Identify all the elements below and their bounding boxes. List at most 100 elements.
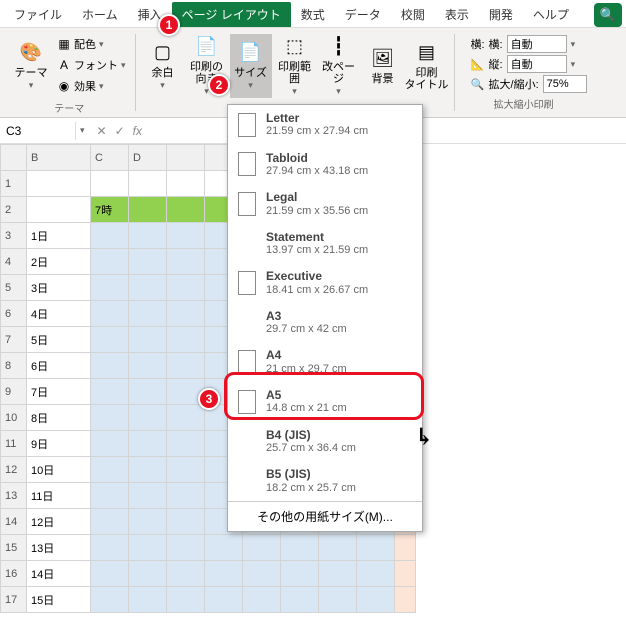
cell[interactable] [395,561,416,587]
cell[interactable] [91,223,129,249]
tab-help[interactable]: ヘルプ [523,2,579,27]
cell[interactable]: 13日 [27,535,91,561]
paper-size-option[interactable]: Legal21.59 cm x 35.56 cm [228,184,422,224]
tab-data[interactable]: データ [335,2,391,27]
cell[interactable] [167,535,205,561]
row-header[interactable]: 8 [1,353,27,379]
cell[interactable] [205,587,243,613]
tab-review[interactable]: 校閲 [391,2,435,27]
cell[interactable] [243,587,281,613]
cell[interactable] [243,561,281,587]
col-header[interactable] [167,145,205,171]
paper-size-option[interactable]: Statement13.97 cm x 21.59 cm [228,224,422,264]
cell[interactable] [129,431,167,457]
row-header[interactable]: 11 [1,431,27,457]
select-all[interactable] [1,145,27,171]
cell[interactable] [129,483,167,509]
tab-page-layout[interactable]: ページ レイアウト [172,2,291,27]
paper-size-option[interactable]: Letter21.59 cm x 27.94 cm [228,105,422,145]
col-header[interactable]: C [91,145,129,171]
cell[interactable] [129,327,167,353]
cell[interactable] [167,509,205,535]
row-header[interactable]: 12 [1,457,27,483]
cell[interactable]: 7時 [91,197,129,223]
row-header[interactable]: 13 [1,483,27,509]
cell[interactable] [167,197,205,223]
cell[interactable] [281,587,319,613]
name-box[interactable] [0,122,76,140]
row-header[interactable]: 5 [1,275,27,301]
paper-size-option[interactable]: Tabloid27.94 cm x 43.18 cm [228,145,422,185]
cell[interactable] [129,249,167,275]
cell[interactable] [91,379,129,405]
cell[interactable] [205,561,243,587]
themes-button[interactable]: 🎨 テーマ ▾ [10,34,52,98]
paper-size-option[interactable]: A421 cm x 29.7 cm [228,342,422,382]
cell[interactable] [91,587,129,613]
cell[interactable] [91,431,129,457]
cell[interactable] [167,249,205,275]
col-header[interactable]: D [129,145,167,171]
enter-icon[interactable]: ✓ [115,124,125,138]
row-header[interactable]: 17 [1,587,27,613]
cell[interactable] [91,171,129,197]
cell[interactable] [129,353,167,379]
cell[interactable] [395,587,416,613]
cell[interactable]: 10日 [27,457,91,483]
cell[interactable] [167,171,205,197]
cell[interactable]: 11日 [27,483,91,509]
cell[interactable] [129,197,167,223]
cell[interactable] [91,457,129,483]
cell[interactable] [91,535,129,561]
cell[interactable] [91,483,129,509]
tab-view[interactable]: 表示 [435,2,479,27]
paper-size-option[interactable]: A514.8 cm x 21 cm [228,382,422,422]
cell[interactable] [281,535,319,561]
cell[interactable]: 5日 [27,327,91,353]
cell[interactable]: 8日 [27,405,91,431]
cell[interactable] [91,249,129,275]
tab-developer[interactable]: 開発 [479,2,523,27]
cell[interactable] [129,509,167,535]
cell[interactable] [167,223,205,249]
row-header[interactable]: 9 [1,379,27,405]
paper-size-option[interactable]: Executive18.41 cm x 26.67 cm [228,263,422,303]
cell[interactable] [167,431,205,457]
cell[interactable] [91,561,129,587]
cell[interactable] [167,457,205,483]
cell[interactable] [167,353,205,379]
row-header[interactable]: 16 [1,561,27,587]
cell[interactable] [167,405,205,431]
cell[interactable] [129,379,167,405]
cell[interactable]: 2日 [27,249,91,275]
cell[interactable] [129,171,167,197]
cell[interactable]: 12日 [27,509,91,535]
row-header[interactable]: 4 [1,249,27,275]
cell[interactable]: 9日 [27,431,91,457]
row-header[interactable]: 6 [1,301,27,327]
tab-file[interactable]: ファイル [4,2,72,27]
cell[interactable] [281,561,319,587]
row-header[interactable]: 10 [1,405,27,431]
cell[interactable]: 6日 [27,353,91,379]
cell[interactable] [319,587,357,613]
fx-icon[interactable]: fx [133,124,142,138]
paper-size-option[interactable]: B5 (JIS)18.2 cm x 25.7 cm [228,461,422,501]
cell[interactable]: 15日 [27,587,91,613]
cell[interactable] [91,509,129,535]
row-header[interactable]: 1 [1,171,27,197]
row-header[interactable]: 15 [1,535,27,561]
cell[interactable] [129,457,167,483]
colors-button[interactable]: ▦配色▾ [54,34,129,54]
cancel-icon[interactable]: ✕ [97,124,107,138]
row-header[interactable]: 14 [1,509,27,535]
print-titles-button[interactable]: ▤印刷 タイトル [406,34,448,98]
cell[interactable] [357,535,395,561]
cell[interactable] [167,483,205,509]
more-paper-sizes[interactable]: その他の用紙サイズ(M)... [228,501,422,531]
cell[interactable] [129,535,167,561]
cell[interactable] [167,561,205,587]
tab-home[interactable]: ホーム [72,2,128,27]
breaks-button[interactable]: ┇改ページ▾ [318,34,360,98]
cell[interactable]: 1日 [27,223,91,249]
